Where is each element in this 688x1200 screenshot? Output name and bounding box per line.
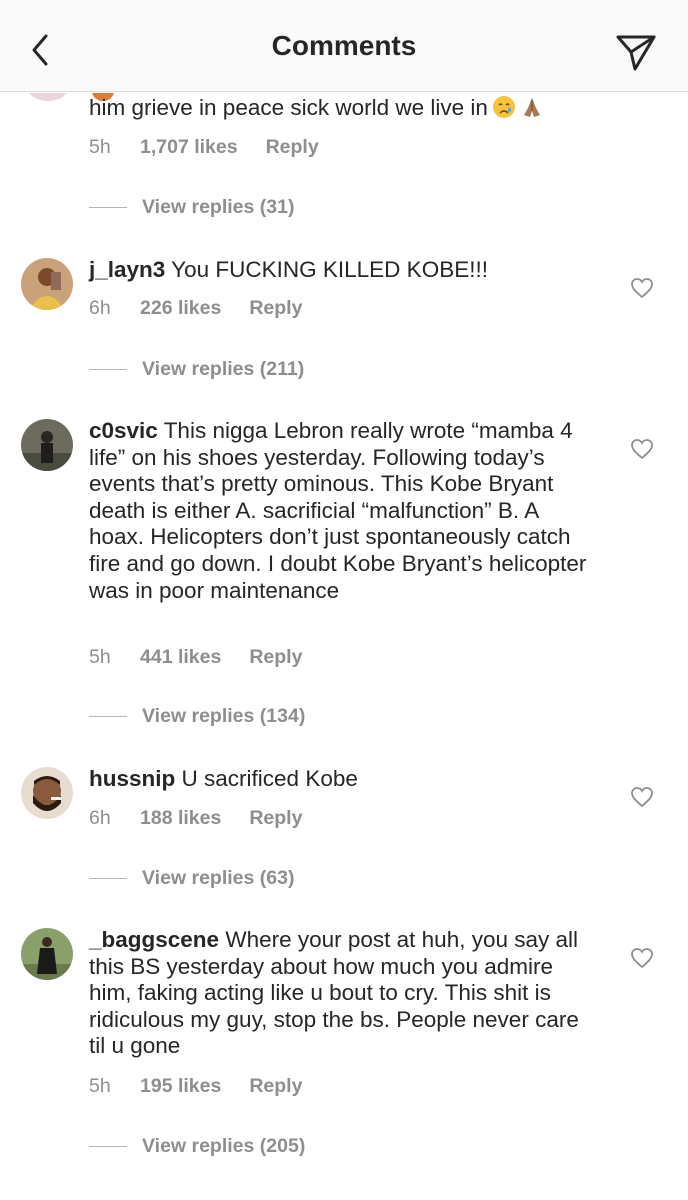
comment-meta: 5h 1,707 likes Reply [89, 136, 319, 159]
comment-likes[interactable]: 188 likes [140, 807, 221, 830]
reply-button[interactable]: Reply [249, 646, 302, 669]
view-replies-label: View replies (31) [142, 196, 295, 218]
comment-meta: 5h 441 likes Reply [89, 646, 302, 669]
page-title: Comments [271, 29, 417, 61]
view-replies-button[interactable]: View replies (134) [89, 705, 305, 728]
comment-time: 5h [89, 1075, 111, 1097]
crying-face-emoji [492, 96, 515, 118]
reply-button[interactable]: Reply [249, 1075, 302, 1098]
divider-line [89, 716, 127, 717]
chevron-left-icon [32, 34, 48, 66]
comment-likes[interactable]: 226 likes [140, 297, 221, 320]
comment-time: 6h [89, 297, 111, 319]
view-replies-label: View replies (205) [142, 1135, 306, 1157]
view-replies-label: View replies (211) [142, 358, 305, 380]
divider-line [89, 369, 127, 370]
divider-line [89, 878, 127, 879]
share-button[interactable] [614, 32, 658, 72]
reply-button[interactable]: Reply [266, 136, 319, 159]
back-button[interactable] [22, 30, 58, 70]
comment-likes[interactable]: 441 likes [140, 646, 221, 669]
reply-button[interactable]: Reply [249, 807, 302, 830]
comment-text: _baggscene Where your post at huh, you s… [89, 927, 579, 1059]
heart-icon[interactable] [630, 438, 654, 460]
comment-username[interactable]: j_layn3 [89, 257, 165, 282]
comment-text: j_layn3 You FUCKING KILLED KOBE!!! [89, 257, 488, 282]
comment-likes[interactable]: 1,707 likes [140, 136, 238, 159]
top-nav-bar: Comments [0, 0, 688, 92]
comment-likes[interactable]: 195 likes [140, 1075, 221, 1098]
comment-username[interactable]: hussnip [89, 766, 175, 791]
comments-list[interactable]: him grieve in peace sick world we live i… [0, 93, 688, 1200]
heart-icon[interactable] [630, 786, 654, 808]
comment-text: c0svic This nigga Lebron really wrote “m… [89, 418, 587, 603]
comment-time: 5h [89, 136, 111, 158]
heart-icon[interactable] [630, 947, 654, 969]
view-replies-label: View replies (134) [142, 705, 306, 727]
avatar[interactable] [21, 419, 73, 471]
view-replies-button[interactable]: View replies (205) [89, 1135, 305, 1158]
comment-text: hussnip U sacrificed Kobe [89, 766, 358, 791]
divider-line [89, 207, 127, 208]
heart-icon[interactable] [630, 277, 654, 299]
view-replies-button[interactable]: View replies (63) [89, 867, 294, 890]
folded-hands-emoji [523, 98, 540, 117]
view-replies-label: View replies (63) [142, 867, 295, 889]
comment-text: him grieve in peace sick world we live i… [89, 95, 599, 122]
comment-time: 6h [89, 807, 111, 829]
comment-meta: 6h 226 likes Reply [89, 297, 302, 320]
view-replies-button[interactable]: View replies (31) [89, 196, 294, 219]
comment-username[interactable]: _baggscene [89, 927, 219, 952]
avatar[interactable] [21, 928, 73, 980]
comment-meta: 5h 195 likes Reply [89, 1075, 302, 1098]
avatar[interactable] [21, 767, 73, 819]
reply-button[interactable]: Reply [249, 297, 302, 320]
comment-username[interactable]: c0svic [89, 418, 158, 443]
comment-time: 5h [89, 646, 111, 668]
view-replies-button[interactable]: View replies (211) [89, 358, 304, 381]
paper-plane-icon [616, 35, 656, 71]
comment-meta: 6h 188 likes Reply [89, 807, 302, 830]
divider-line [89, 1146, 127, 1147]
avatar[interactable] [21, 258, 73, 310]
avatar[interactable] [26, 93, 70, 101]
